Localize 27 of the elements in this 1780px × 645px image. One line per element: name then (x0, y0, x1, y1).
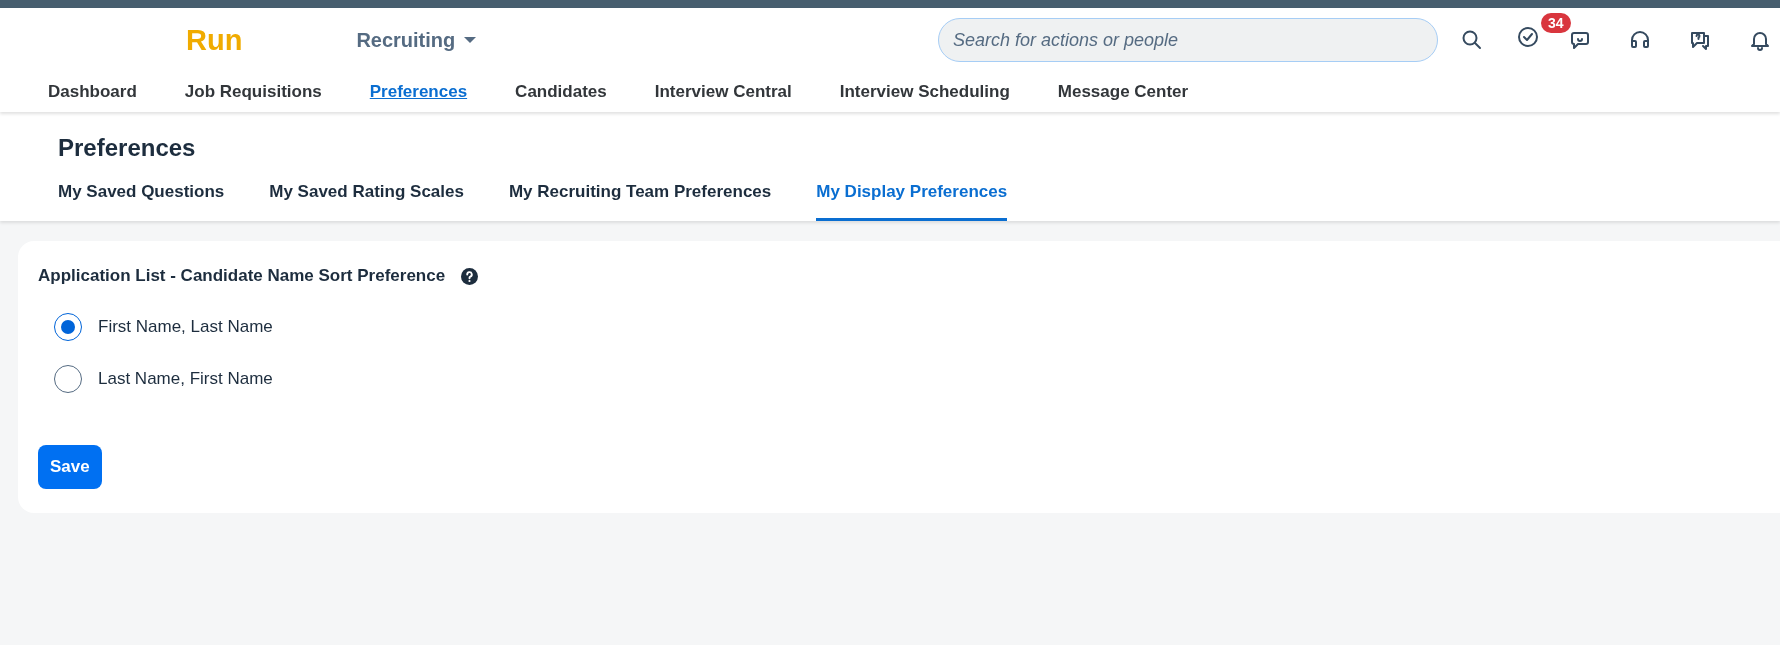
nav-link[interactable]: Candidates (515, 79, 607, 105)
nav-link[interactable]: Job Requisitions (184, 79, 322, 105)
tab[interactable]: My Display Preferences (816, 178, 1008, 222)
save-button[interactable]: Save (38, 444, 102, 489)
radio-label[interactable]: Last Name, First Name (98, 366, 273, 392)
radio-label[interactable]: First Name, Last Name (98, 314, 273, 340)
radio-button[interactable] (54, 312, 82, 341)
section-title: Application List - Candidate Name Sort Preference (38, 265, 446, 288)
search-field[interactable]: Search for actions or people (938, 18, 1438, 62)
tab[interactable]: My Recruiting Team Preferences (508, 178, 772, 222)
nav-link[interactable]: Preferences (369, 79, 468, 105)
tab[interactable]: My Saved Rating Scales (269, 178, 464, 222)
caret-icon (463, 36, 478, 44)
nav-link[interactable]: Message Center (1057, 79, 1189, 105)
tab[interactable]: My Saved Questions (58, 178, 225, 222)
nav-link[interactable]: Interview Central (654, 79, 792, 105)
search-icon (1460, 28, 1484, 52)
logo-text: Run (186, 25, 243, 55)
notification-badge: 34 (1541, 12, 1571, 33)
module-dropdown[interactable]: Recruiting (356, 25, 478, 55)
nav-link[interactable]: Dashboard (48, 79, 137, 105)
page-title: Preferences (58, 134, 197, 163)
help-icon[interactable] (461, 267, 479, 285)
nav-link[interactable]: Interview Scheduling (839, 79, 1010, 105)
check-circle-icon (1516, 24, 1540, 49)
check-circle-button[interactable] (1516, 24, 1540, 49)
radio-button[interactable] (54, 364, 82, 393)
